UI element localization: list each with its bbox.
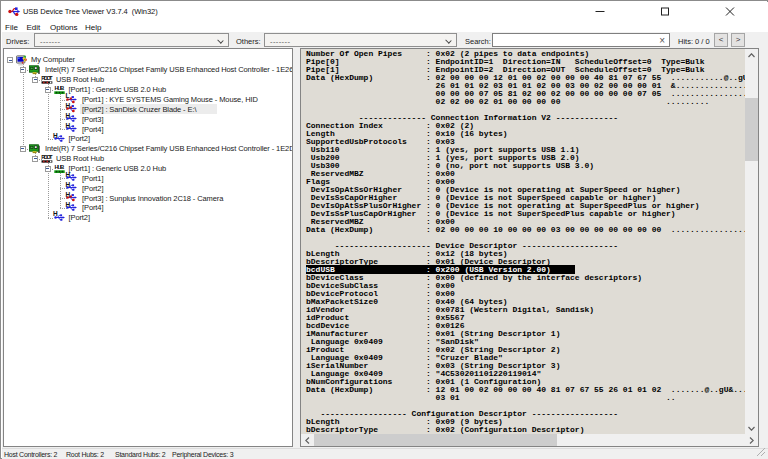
- svg-text:ROOT: ROOT: [41, 75, 53, 81]
- svg-text:HUB: HUB: [54, 164, 64, 170]
- svg-text:ROOT: ROOT: [41, 154, 53, 160]
- svg-text:HUB: HUB: [54, 85, 64, 91]
